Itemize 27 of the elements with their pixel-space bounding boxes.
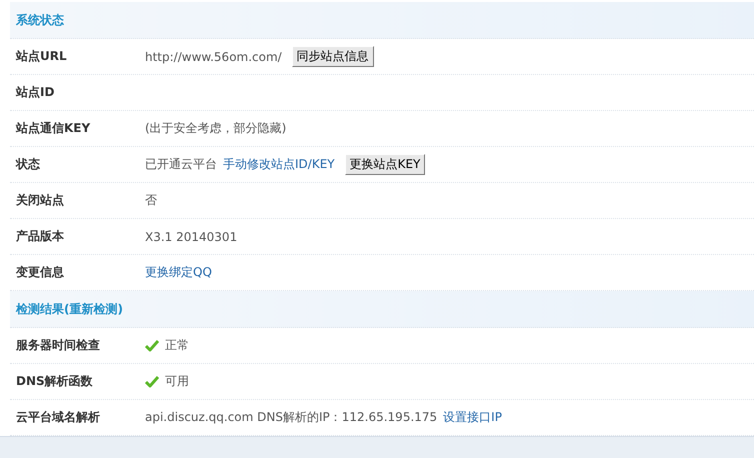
row-label: 产品版本 [15, 228, 65, 245]
checkmark-icon [145, 340, 159, 352]
action-button[interactable]: 同步站点信息 [292, 46, 374, 67]
link[interactable]: 更换绑定QQ [145, 264, 212, 281]
value-text: X3.1 20140301 [145, 230, 238, 244]
section-title: 检测结果(重新检测) [16, 300, 123, 318]
link[interactable]: 设置接口IP [443, 409, 502, 426]
row-label: 关闭站点 [14, 192, 65, 209]
row-label: 云平台域名解析 [15, 409, 101, 426]
checkmark-icon [145, 376, 159, 388]
value-text: http://www.56om.com/ [145, 50, 282, 64]
value-text: api.discuz.qq.com DNS解析的IP：112.65.195.175 [145, 409, 438, 426]
row-label: 站点ID [14, 84, 56, 101]
row-label: 变更信息 [14, 264, 65, 281]
row-label: 状态 [14, 156, 41, 173]
row-label: DNS解析函数 [15, 373, 94, 390]
status-text: 可用 [165, 373, 189, 390]
section-title: 系统状态 [16, 12, 64, 28]
row-label: 站点通信KEY [14, 120, 92, 137]
action-button[interactable]: 更换站点KEY [344, 154, 426, 175]
status-text: 正常 [165, 337, 189, 354]
row-label: 服务器时间检查 [14, 337, 101, 354]
value-text: 已开通云平台 [145, 156, 217, 173]
row-label: 站点URL [14, 48, 68, 65]
value-text: 否 [145, 192, 157, 209]
link[interactable]: 手动修改站点ID/KEY [223, 156, 335, 173]
value-text: (出于安全考虑，部分隐藏) [145, 120, 286, 137]
